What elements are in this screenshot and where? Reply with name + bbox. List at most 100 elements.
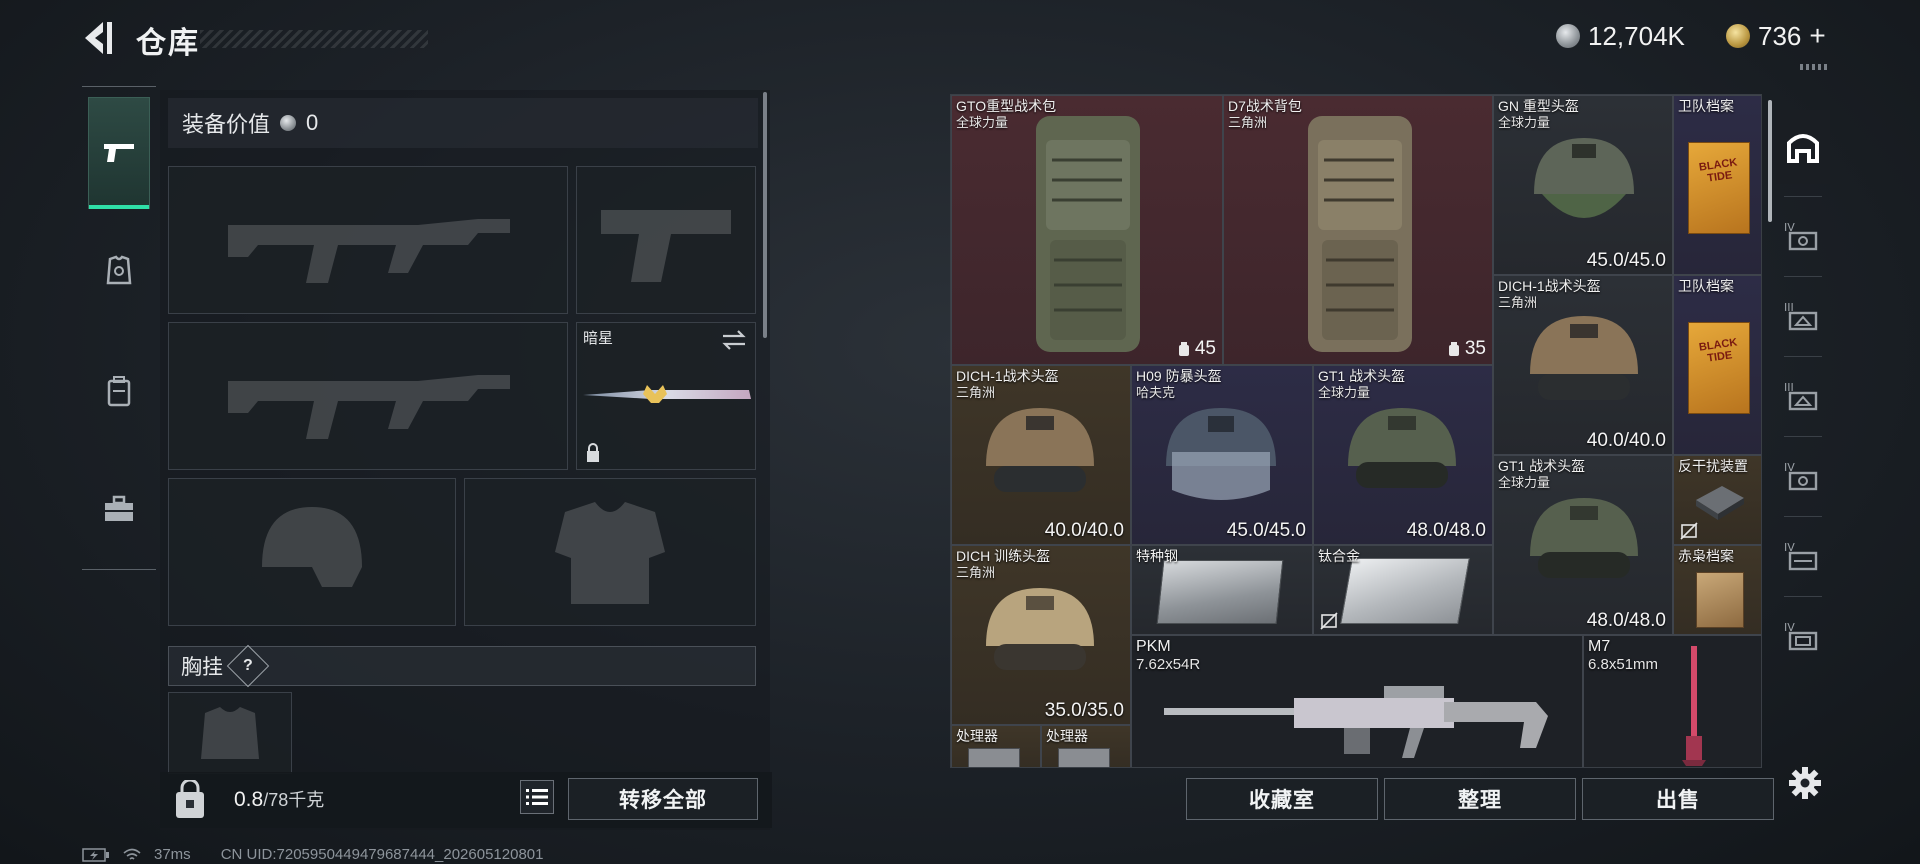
tab-armor[interactable] <box>88 215 150 327</box>
riot-helmet-art <box>1166 408 1276 500</box>
help-button[interactable]: ? <box>226 644 270 688</box>
item-anti-jammer[interactable]: 反干扰装置 <box>1673 455 1761 545</box>
settings-gear-icon[interactable] <box>1788 766 1822 800</box>
equipment-value-label: 装备价值 <box>182 112 271 137</box>
tab-storage-2[interactable]: IV <box>1776 204 1830 268</box>
weight-display: 0.8/78千克 <box>234 786 324 812</box>
chest-rig-placeholder-icon <box>169 693 291 773</box>
secondary-weapon-slot[interactable] <box>168 322 568 470</box>
organize-button[interactable]: 整理 <box>1384 778 1576 820</box>
list-view-button[interactable] <box>520 780 554 814</box>
item-dich-training-helmet[interactable]: DICH 训练头盔 三角洲 35.0/35.0 <box>951 545 1131 725</box>
inventory-scrollbar[interactable] <box>1768 100 1772 222</box>
item-dich1-helmet-2[interactable]: DICH-1战术头盔 三角洲 40.0/40.0 <box>951 365 1131 545</box>
tab-storage-5[interactable]: IV <box>1776 444 1830 508</box>
item-guard-file-2[interactable]: 卫队档案 BLACK TIDE <box>1673 275 1761 455</box>
status-bar: 37ms CN UID:7205950449479687444_20260512… <box>82 846 543 863</box>
chest-rig-slot[interactable] <box>168 692 292 774</box>
item-processor-2[interactable]: 处理器 <box>1041 725 1131 767</box>
item-m7-ammo[interactable]: M7 6.8x51mm <box>1583 635 1761 767</box>
tab-storage-3[interactable]: III <box>1776 284 1830 348</box>
storage-box-icon: IV <box>1784 221 1818 251</box>
tab-items[interactable] <box>88 453 150 565</box>
rifle-placeholder-icon <box>169 323 567 469</box>
helmet-art <box>1530 316 1638 400</box>
tab-storage-6[interactable]: IV <box>1776 524 1830 588</box>
pistol-slot[interactable] <box>576 166 756 314</box>
helmet-placeholder-icon <box>169 479 455 625</box>
transfer-all-button[interactable]: 转移全部 <box>568 778 758 820</box>
item-pkm[interactable]: PKM 7.62x54R <box>1131 635 1583 767</box>
weight-max: /78千克 <box>263 790 325 810</box>
chest-rig-header: 胸挂 ? <box>168 644 756 688</box>
sell-button[interactable]: 出售 <box>1582 778 1774 820</box>
battery-icon <box>82 847 109 862</box>
item-d7-backpack[interactable]: D7战术背包 三角洲 35 <box>1223 95 1493 365</box>
item-gt1-helmet-2[interactable]: GT1 战术头盔 全球力量 48.0/48.0 <box>1493 455 1673 635</box>
item-red-owl-file[interactable]: 赤枭档案 <box>1673 545 1761 635</box>
helmet-art <box>1348 408 1456 488</box>
storage-box-icon: III <box>1784 301 1818 331</box>
item-processor-1[interactable]: 处理器 <box>951 725 1041 767</box>
equipment-value: 0 <box>306 110 319 135</box>
tab-weapons[interactable] <box>88 97 150 209</box>
pistol-icon <box>104 144 134 162</box>
lock-icon <box>587 443 599 462</box>
armor-vest-icon <box>106 255 132 285</box>
metal-plate-art <box>1340 558 1470 624</box>
page-title: 仓库 <box>136 27 200 60</box>
tab-bags[interactable] <box>88 335 150 447</box>
backpack-lock-icon <box>176 780 204 818</box>
helmet-slot[interactable] <box>168 478 456 626</box>
chip-art <box>1058 748 1110 767</box>
storage-box-icon: IV <box>1784 461 1818 491</box>
toolbox-icon <box>105 495 133 521</box>
item-gn-helmet[interactable]: GN 重型头盔 全球力量 45.0/45.0 <box>1493 95 1673 275</box>
melee-slot[interactable]: 暗星 <box>576 322 756 470</box>
tab-storage-main[interactable] <box>1776 110 1830 184</box>
silver-coin-icon <box>1556 24 1580 48</box>
document-art <box>1696 572 1744 628</box>
primary-weapon-slot[interactable] <box>168 166 568 314</box>
item-h09-helmet[interactable]: H09 防暴头盔 哈夫克 45.0/45.0 <box>1131 365 1313 545</box>
item-guard-file-1[interactable]: 卫队档案 BLACK TIDE <box>1673 95 1761 275</box>
helmet-art <box>986 588 1094 670</box>
untradeable-icon <box>1320 612 1338 630</box>
gold-amount: 736 <box>1758 20 1802 51</box>
tab-storage-7[interactable]: IV <box>1776 604 1830 668</box>
equipment-value-bar: 装备价值 0 <box>168 98 758 148</box>
document-art: BLACK TIDE <box>1688 322 1750 414</box>
equipment-scrollbar[interactable] <box>763 92 767 338</box>
machine-gun-art <box>1164 686 1548 758</box>
back-button[interactable] <box>80 18 116 58</box>
vest-placeholder-icon <box>465 479 755 625</box>
uid: CN UID:7205950449479687444_202605120801 <box>220 846 544 863</box>
weight-current: 0.8 <box>234 788 264 811</box>
helmet-art <box>1530 498 1638 578</box>
body-armor-slot[interactable] <box>464 478 756 626</box>
item-gto-backpack[interactable]: GTO重型战术包 全球力量 45 <box>951 95 1223 365</box>
title-decoration <box>200 30 428 48</box>
gold-currency[interactable]: 736 + <box>1726 20 1826 52</box>
left-category-tabs <box>82 86 156 570</box>
backpack-art <box>1036 116 1140 352</box>
item-special-steel[interactable]: 特种钢 <box>1131 545 1313 635</box>
item-titanium-alloy[interactable]: 钛合金 <box>1313 545 1493 635</box>
gold-coin-icon <box>1726 24 1750 48</box>
back-arrow-icon <box>85 22 112 54</box>
ping: 37ms <box>154 846 191 863</box>
silver-currency[interactable]: 12,704K <box>1556 20 1685 52</box>
helmet-art <box>986 408 1094 492</box>
item-dich1-helmet[interactable]: DICH-1战术头盔 三角洲 40.0/40.0 <box>1493 275 1673 455</box>
collection-room-button[interactable]: 收藏室 <box>1186 778 1378 820</box>
tab-storage-4[interactable]: III <box>1776 364 1830 428</box>
list-icon <box>526 789 548 805</box>
item-gt1-helmet[interactable]: GT1 战术头盔 全球力量 48.0/48.0 <box>1313 365 1493 545</box>
swap-icon[interactable] <box>721 329 747 351</box>
knife-art <box>583 385 751 403</box>
cartridge-art <box>1682 646 1706 766</box>
wifi-icon <box>123 848 141 860</box>
add-gold-button[interactable]: + <box>1809 20 1825 52</box>
inventory-grid: GTO重型战术包 全球力量 45 D7战术背包 三角洲 35 GN 重型头盔 全球力量 <box>950 94 1762 768</box>
storage-tabs: IV III III IV IV IV <box>1776 96 1830 730</box>
